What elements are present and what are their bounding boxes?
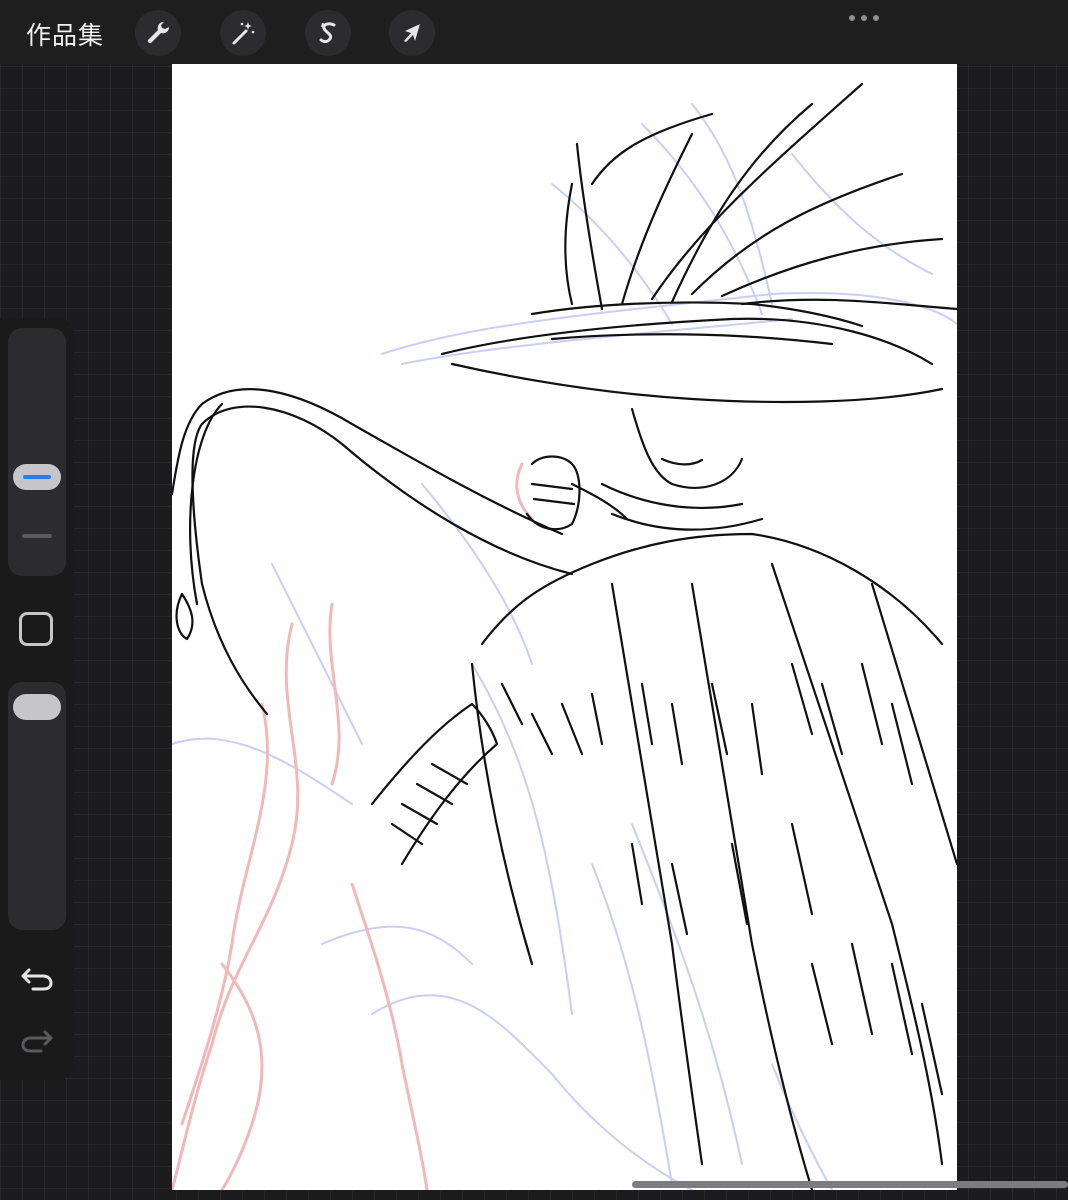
undo-arrow-icon bbox=[21, 968, 53, 991]
blue-sketch-layer bbox=[172, 103, 957, 1190]
redo-button[interactable] bbox=[19, 1024, 55, 1054]
brush-size-thumb[interactable] bbox=[13, 464, 61, 490]
redo-arrow-icon bbox=[21, 1030, 53, 1053]
magic-wand-icon bbox=[232, 22, 255, 45]
brush-size-slider[interactable] bbox=[8, 328, 66, 576]
transform-button[interactable] bbox=[389, 10, 435, 56]
arrow-cursor-icon bbox=[404, 24, 420, 42]
opacity-thumb[interactable] bbox=[13, 694, 61, 720]
more-options-icon[interactable] bbox=[844, 8, 884, 28]
drawing-canvas[interactable] bbox=[172, 64, 957, 1190]
red-sketch-layer bbox=[172, 462, 534, 1190]
blue-line-icon bbox=[23, 475, 51, 479]
undo-button[interactable] bbox=[19, 962, 55, 992]
sketch-artwork bbox=[172, 82, 957, 1190]
selection-s-icon bbox=[319, 22, 336, 44]
wrench-icon bbox=[147, 21, 170, 44]
opacity-slider[interactable] bbox=[8, 682, 66, 930]
left-sidebar bbox=[0, 318, 74, 1080]
home-indicator[interactable] bbox=[632, 1181, 1068, 1188]
modify-button[interactable] bbox=[19, 612, 53, 646]
actions-button[interactable] bbox=[135, 10, 181, 56]
size-indicator-dash bbox=[22, 534, 52, 538]
gallery-button[interactable]: 作品集 bbox=[26, 16, 104, 52]
top-toolbar: 作品集 bbox=[0, 0, 1068, 64]
selection-button[interactable] bbox=[305, 10, 351, 56]
adjustments-button[interactable] bbox=[220, 10, 266, 56]
